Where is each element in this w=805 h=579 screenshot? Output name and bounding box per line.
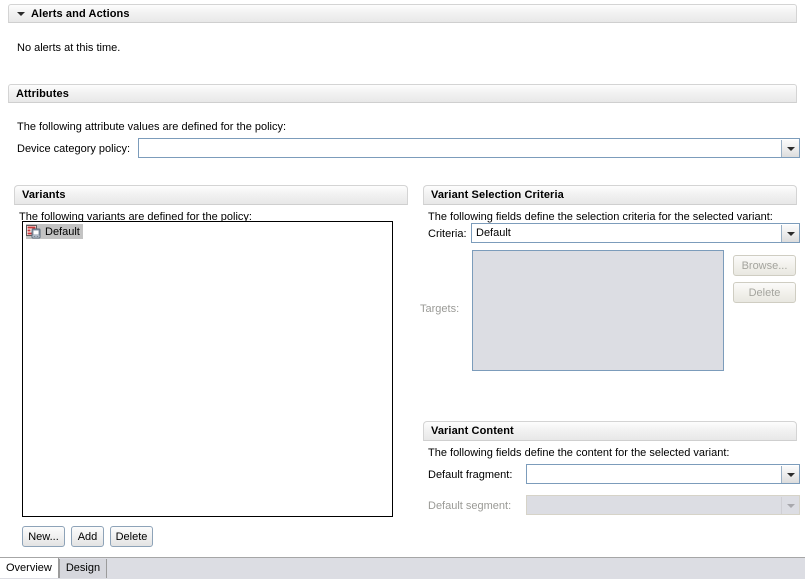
default-fragment-combo[interactable]: [526, 464, 800, 484]
browse-targets-button: Browse...: [733, 255, 796, 276]
variant-selection-criteria-section: Variant Selection Criteria: [423, 185, 797, 207]
variants-title: Variants: [22, 189, 66, 201]
alerts-and-actions-title: Alerts and Actions: [31, 7, 130, 20]
attributes-header: Attributes: [8, 84, 797, 103]
criteria-value: Default: [476, 226, 511, 239]
variant-content-section: Variant Content: [423, 421, 797, 443]
default-segment-combo: [526, 495, 800, 515]
add-variant-button-label: Add: [77, 530, 98, 543]
chevron-down-icon[interactable]: [781, 224, 799, 242]
list-item[interactable]: Default: [26, 224, 83, 239]
default-fragment-label: Default fragment:: [428, 469, 513, 481]
tab-overview[interactable]: Overview: [0, 558, 59, 578]
delete-variant-button[interactable]: Delete: [110, 526, 153, 547]
policy-editor-overview-page: Alerts and Actions No alerts at this tim…: [0, 0, 805, 579]
targets-list: [472, 250, 724, 371]
editor-tab-bar: Overview Design: [0, 557, 805, 579]
delete-variant-button-label: Delete: [115, 530, 148, 543]
variants-list[interactable]: Default: [22, 221, 393, 517]
variant-content-header: Variant Content: [423, 421, 797, 441]
alerts-empty-message: No alerts at this time.: [17, 42, 121, 54]
default-segment-label: Default segment:: [428, 500, 512, 512]
tab-design[interactable]: Design: [58, 559, 108, 578]
variants-section: Variants: [14, 185, 408, 207]
alerts-and-actions-header[interactable]: Alerts and Actions: [8, 4, 797, 23]
variant-content-description: The following fields define the content …: [428, 447, 730, 459]
new-variant-button[interactable]: New...: [22, 526, 65, 547]
add-variant-button[interactable]: Add: [71, 526, 104, 547]
triangle-down-icon[interactable]: [16, 8, 27, 19]
variant-device-icon: [26, 224, 41, 239]
new-variant-button-label: New...: [28, 530, 59, 543]
attributes-title: Attributes: [16, 87, 69, 100]
chevron-down-icon[interactable]: [781, 139, 799, 157]
variants-header: Variants: [14, 185, 408, 205]
variant-selection-criteria-title: Variant Selection Criteria: [431, 189, 564, 201]
criteria-label: Criteria:: [428, 228, 467, 240]
tab-design-label: Design: [65, 562, 101, 574]
chevron-down-icon[interactable]: [781, 465, 799, 483]
tab-overview-label: Overview: [6, 561, 52, 574]
variant-selection-criteria-header: Variant Selection Criteria: [423, 185, 797, 205]
alerts-and-actions-section: Alerts and Actions: [8, 4, 797, 28]
browse-targets-button-label: Browse...: [741, 259, 788, 272]
chevron-down-icon: [781, 496, 799, 514]
delete-target-button: Delete: [733, 282, 796, 303]
editor-tabs: Overview Design: [0, 558, 108, 579]
device-category-policy-combo[interactable]: [138, 138, 800, 158]
targets-label: Targets:: [420, 303, 460, 315]
device-category-policy-label: Device category policy:: [17, 143, 131, 155]
attributes-description: The following attribute values are defin…: [17, 121, 287, 133]
list-item-label: Default: [45, 225, 80, 238]
variant-content-title: Variant Content: [431, 425, 514, 437]
delete-target-button-label: Delete: [748, 286, 781, 299]
criteria-combo[interactable]: Default: [471, 223, 800, 243]
